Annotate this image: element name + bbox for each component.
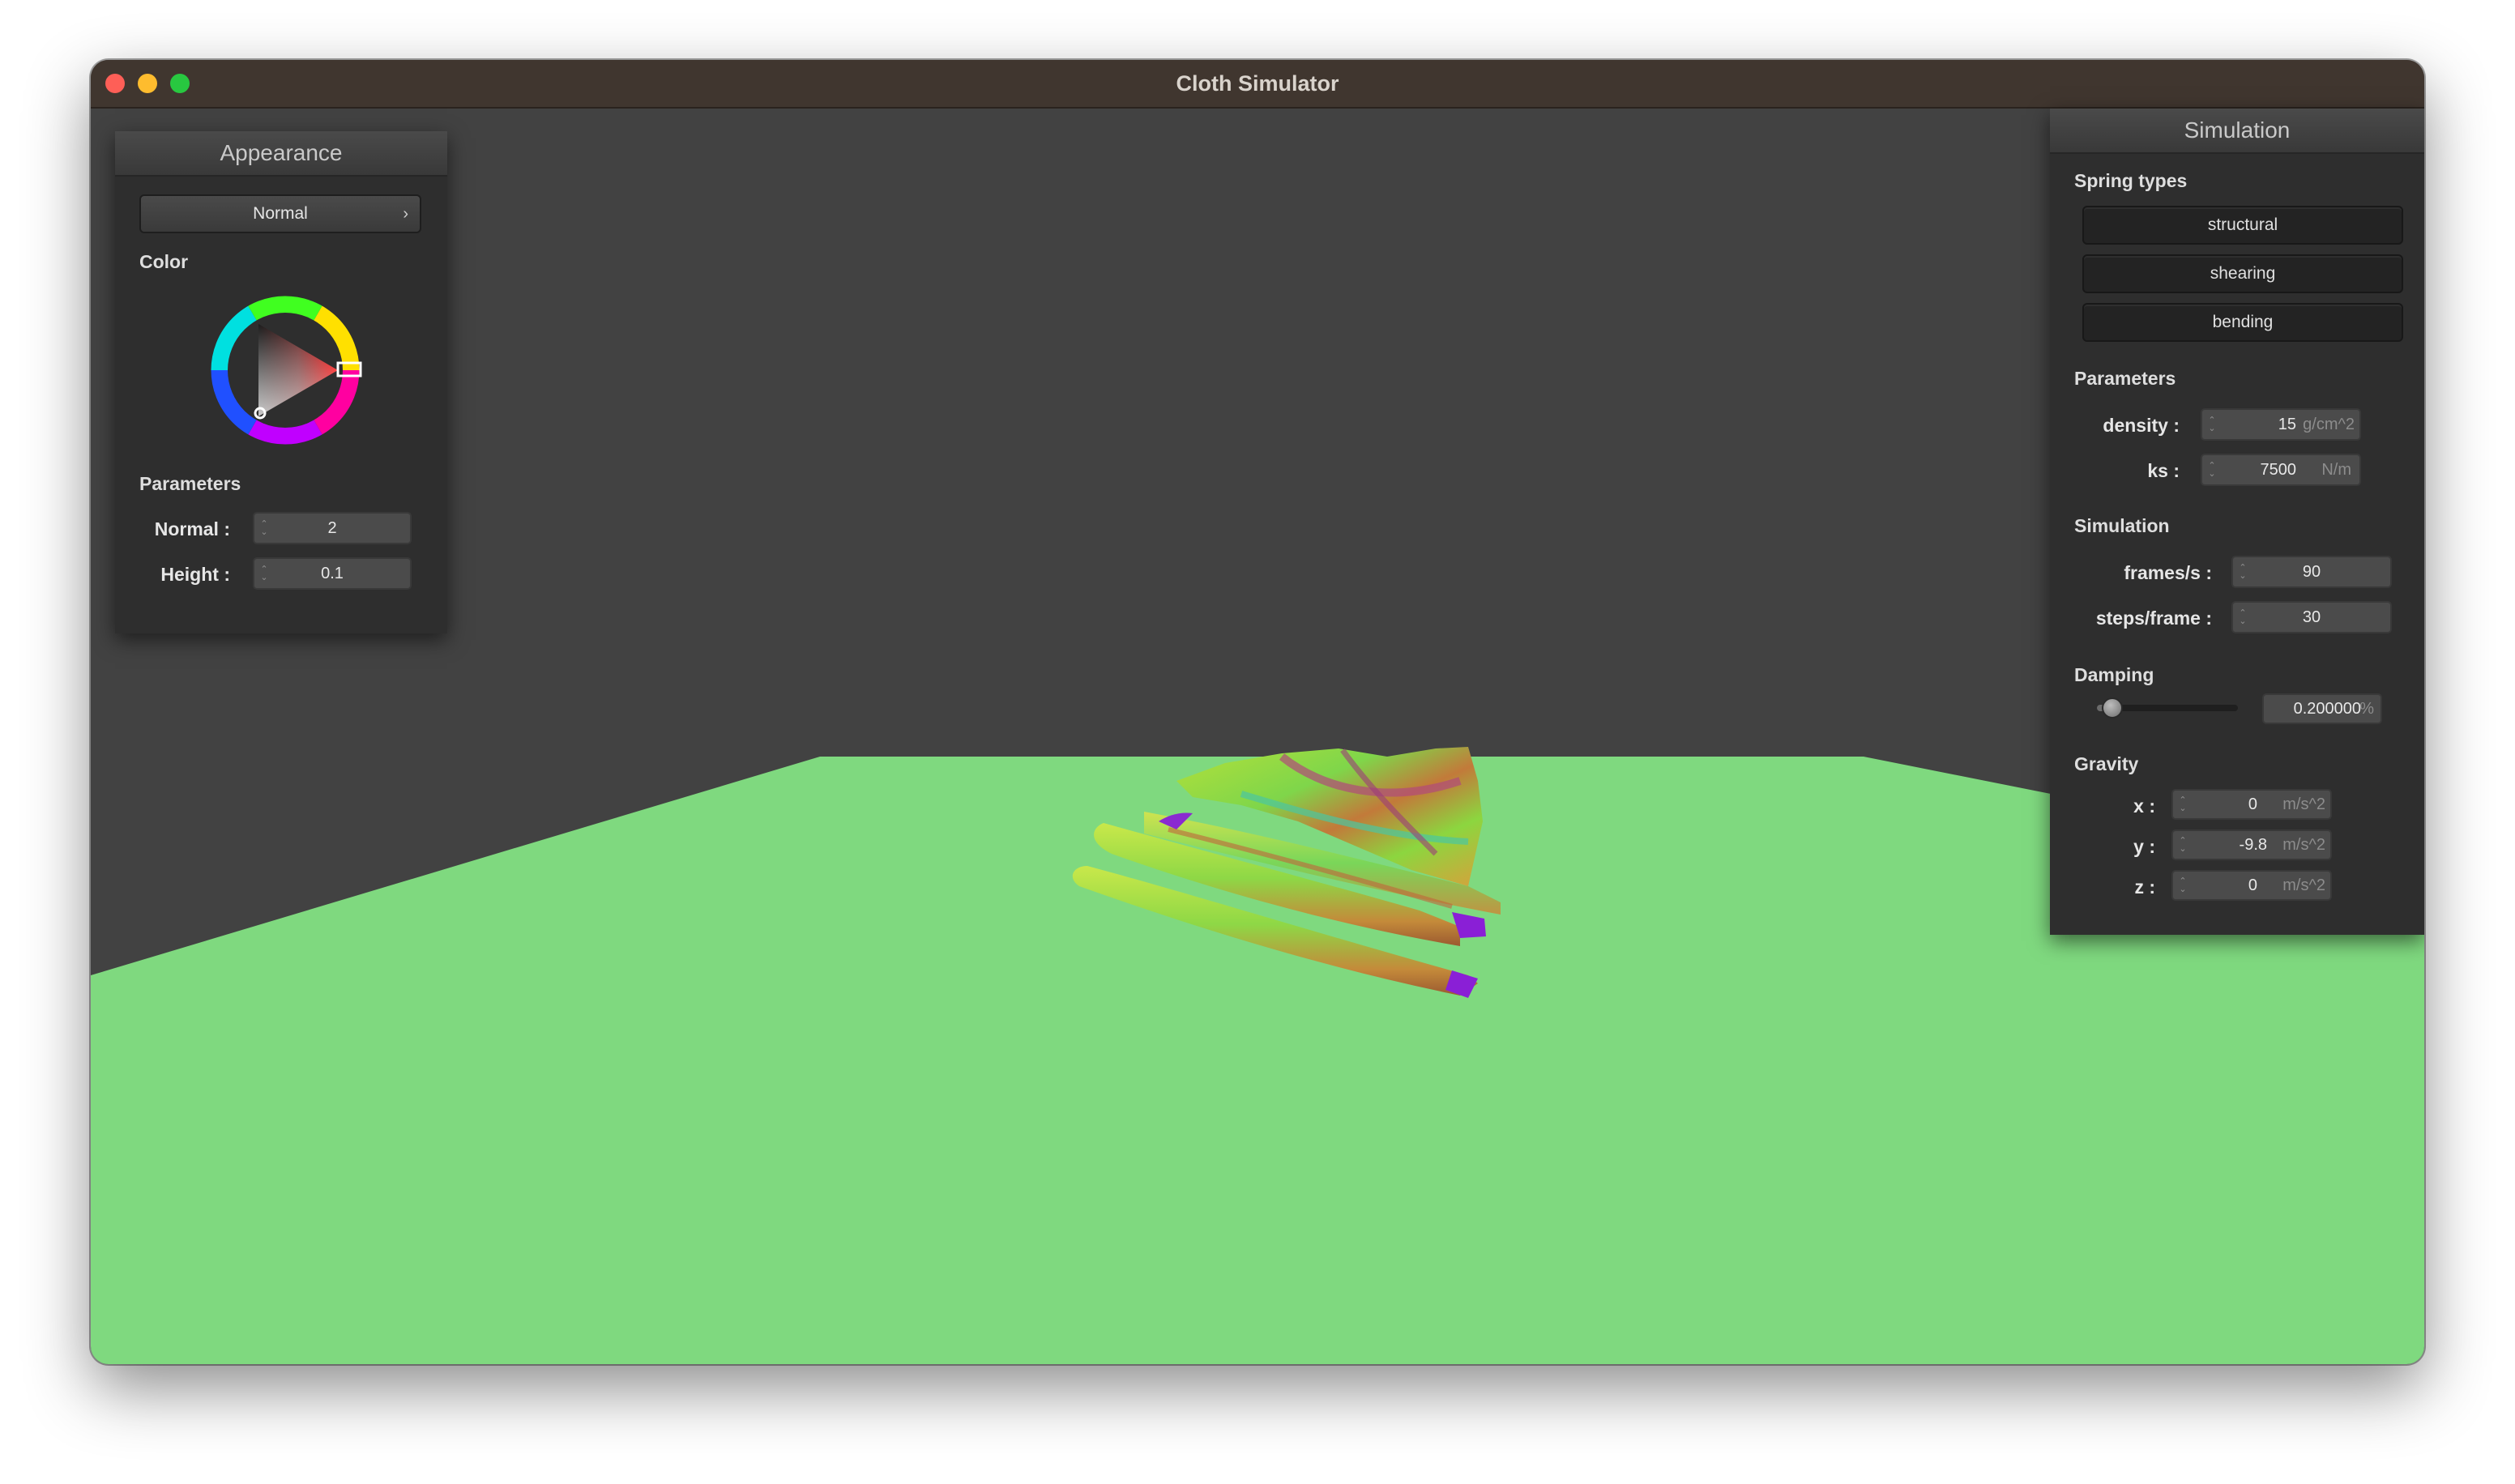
gravity-y-input[interactable]: ⌃ ⌄ -9.8 m/s^2	[2171, 829, 2332, 860]
stepper-icon[interactable]: ⌃ ⌄	[2178, 831, 2188, 859]
appearance-params-title: Parameters	[139, 473, 241, 494]
simulation-panel: Simulation Spring types structural shear…	[2050, 109, 2424, 935]
stepper-icon[interactable]: ⌃ ⌄	[2207, 455, 2217, 484]
window-title: Cloth Simulator	[1176, 71, 1339, 96]
fps-input[interactable]: ⌃ ⌄ 90	[2231, 556, 2392, 588]
shader-dropdown[interactable]: Normal ›	[139, 194, 421, 233]
structural-button[interactable]: structural	[2082, 206, 2403, 245]
damping-title: Damping	[2074, 664, 2154, 685]
gravity-y-value: -9.8	[2239, 836, 2267, 854]
normal-label: Normal :	[154, 518, 230, 539]
color-section-title: Color	[139, 251, 189, 272]
gravity-z-label: z :	[2134, 876, 2155, 898]
normal-input[interactable]: ⌃ ⌄ 2	[253, 512, 412, 544]
sim-params-title: Parameters	[2074, 368, 2176, 389]
appearance-panel: Appearance Normal › Color Parameters Nor…	[115, 131, 447, 633]
chevron-right-icon: ›	[403, 205, 408, 223]
fps-value: 90	[2302, 563, 2321, 581]
appearance-panel-header[interactable]: Appearance	[115, 131, 447, 177]
gravity-z-input[interactable]: ⌃ ⌄ 0 m/s^2	[2171, 870, 2332, 901]
gravity-title: Gravity	[2074, 753, 2139, 774]
gravity-x-unit: m/s^2	[2282, 795, 2325, 813]
height-input[interactable]: ⌃ ⌄ 0.1	[253, 557, 412, 590]
normal-value: 2	[327, 519, 337, 537]
gravity-y-unit: m/s^2	[2282, 836, 2325, 854]
steps-value: 30	[2302, 608, 2321, 626]
simulation-panel-header[interactable]: Simulation	[2050, 109, 2424, 154]
stepper-icon[interactable]: ⌃ ⌄	[2178, 872, 2188, 899]
fps-label: frames/s :	[2124, 562, 2212, 583]
gravity-x-label: x :	[2133, 795, 2155, 817]
density-input[interactable]: ⌃ ⌄ 15 g/cm^2	[2201, 408, 2361, 441]
ks-unit: N/m	[2321, 461, 2351, 479]
gravity-y-label: y :	[2133, 836, 2155, 857]
stepper-icon[interactable]: ⌃ ⌄	[2178, 791, 2188, 818]
density-value: 15	[2278, 416, 2296, 433]
density-label: density :	[2103, 415, 2180, 436]
ks-input[interactable]: ⌃ ⌄ 7500 N/m	[2201, 454, 2361, 486]
ks-value: 7500	[2260, 461, 2297, 479]
bending-button[interactable]: bending	[2082, 303, 2403, 342]
stepper-icon[interactable]: ⌃ ⌄	[2207, 410, 2217, 439]
app-window: Cloth Simulator Appearance Normal › Colo…	[91, 60, 2424, 1364]
color-wheel[interactable]	[208, 293, 362, 447]
height-label: Height :	[160, 564, 230, 585]
shearing-button[interactable]: shearing	[2082, 254, 2403, 293]
gravity-x-value: 0	[2248, 795, 2257, 813]
steps-input[interactable]: ⌃ ⌄ 30	[2231, 601, 2392, 633]
simulation-section-title: Simulation	[2074, 515, 2170, 536]
title-bar: Cloth Simulator	[91, 60, 2424, 109]
damping-unit: %	[2359, 700, 2374, 718]
spring-types-title: Spring types	[2074, 170, 2188, 191]
gravity-z-unit: m/s^2	[2282, 876, 2325, 894]
steps-label: steps/frame :	[2095, 608, 2212, 629]
damping-value: 0.200000	[2293, 700, 2361, 718]
gravity-x-input[interactable]: ⌃ ⌄ 0 m/s^2	[2171, 789, 2332, 820]
damping-slider-knob[interactable]	[2102, 697, 2124, 719]
shader-dropdown-label: Normal	[253, 204, 308, 223]
ks-label: ks :	[2147, 460, 2180, 481]
gravity-z-value: 0	[2248, 876, 2257, 894]
height-value: 0.1	[321, 565, 344, 582]
density-unit: g/cm^2	[2303, 416, 2355, 433]
damping-input[interactable]: 0.200000 %	[2262, 693, 2382, 724]
